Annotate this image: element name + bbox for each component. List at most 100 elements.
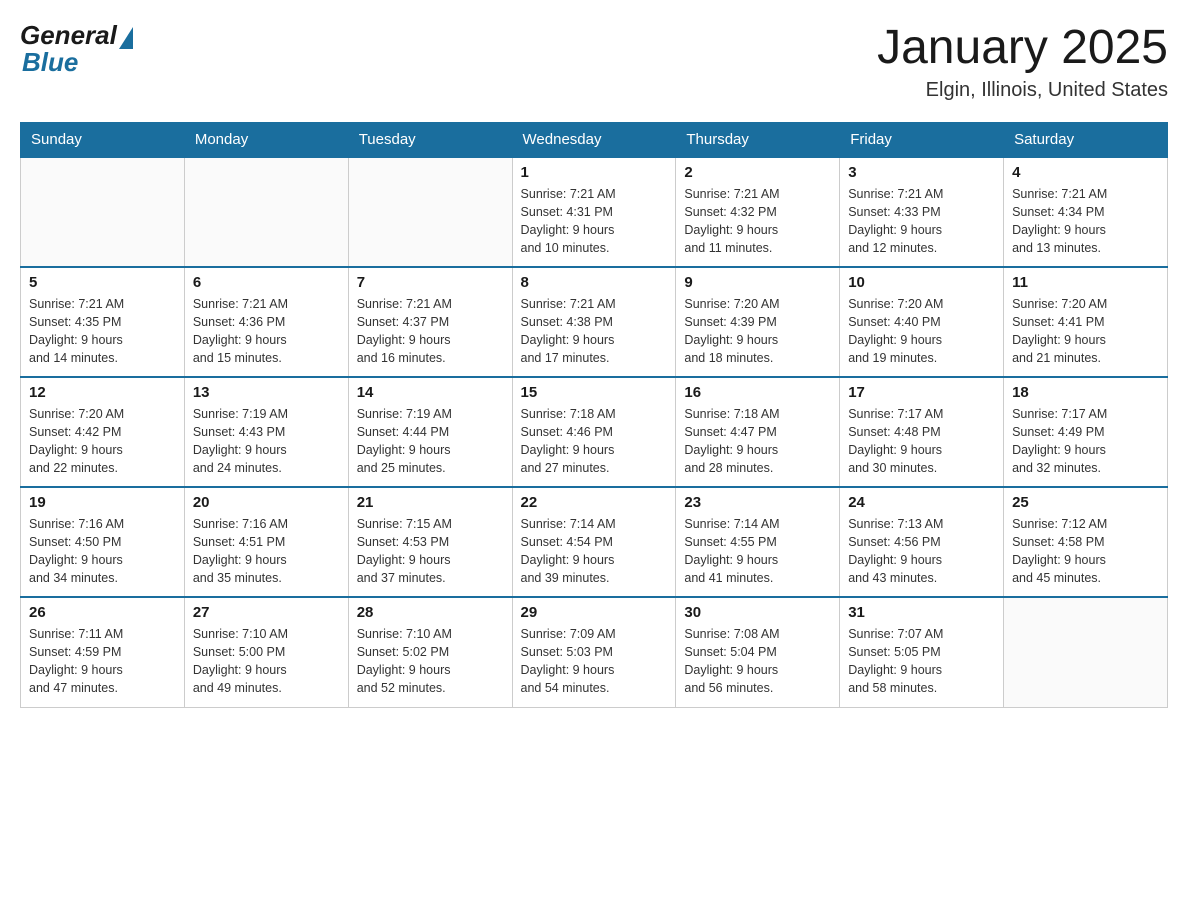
day-number: 18 <box>1012 384 1159 401</box>
day-info: Sunrise: 7:20 AMSunset: 4:42 PMDaylight:… <box>29 405 176 478</box>
week-row-3: 12 Sunrise: 7:20 AMSunset: 4:42 PMDayligh… <box>21 377 1168 487</box>
day-info: Sunrise: 7:19 AMSunset: 4:44 PMDaylight:… <box>357 405 504 478</box>
calendar-cell <box>1004 597 1168 707</box>
calendar-cell: 23 Sunrise: 7:14 AMSunset: 4:55 PMDayligh… <box>676 487 840 597</box>
day-number: 1 <box>521 164 668 181</box>
day-number: 10 <box>848 274 995 291</box>
day-number: 21 <box>357 494 504 511</box>
day-number: 11 <box>1012 274 1159 291</box>
day-number: 20 <box>193 494 340 511</box>
day-info: Sunrise: 7:14 AMSunset: 4:55 PMDaylight:… <box>684 515 831 588</box>
title-section: January 2025 Elgin, Illinois, United Sta… <box>877 20 1168 102</box>
day-number: 29 <box>521 604 668 621</box>
day-info: Sunrise: 7:14 AMSunset: 4:54 PMDaylight:… <box>521 515 668 588</box>
calendar-cell <box>21 157 185 267</box>
day-number: 15 <box>521 384 668 401</box>
calendar-cell: 28 Sunrise: 7:10 AMSunset: 5:02 PMDayligh… <box>348 597 512 707</box>
calendar-cell: 19 Sunrise: 7:16 AMSunset: 4:50 PMDayligh… <box>21 487 185 597</box>
calendar-cell: 18Sunrise: 7:17 AMSunset: 4:49 PMDayligh… <box>1004 377 1168 487</box>
day-number: 24 <box>848 494 995 511</box>
calendar-cell: 8 Sunrise: 7:21 AMSunset: 4:38 PMDaylight… <box>512 267 676 377</box>
day-info: Sunrise: 7:08 AMSunset: 5:04 PMDaylight:… <box>684 625 831 698</box>
calendar-cell: 2Sunrise: 7:21 AMSunset: 4:32 PMDaylight… <box>676 157 840 267</box>
day-info: Sunrise: 7:18 AMSunset: 4:47 PMDaylight:… <box>684 405 831 478</box>
day-number: 6 <box>193 274 340 291</box>
calendar-cell: 10Sunrise: 7:20 AMSunset: 4:40 PMDayligh… <box>840 267 1004 377</box>
day-number: 7 <box>357 274 504 291</box>
calendar-cell: 26Sunrise: 7:11 AMSunset: 4:59 PMDayligh… <box>21 597 185 707</box>
day-number: 23 <box>684 494 831 511</box>
day-info: Sunrise: 7:10 AMSunset: 5:00 PMDaylight:… <box>193 625 340 698</box>
day-info: Sunrise: 7:16 AMSunset: 4:50 PMDaylight:… <box>29 515 176 588</box>
day-info: Sunrise: 7:07 AMSunset: 5:05 PMDaylight:… <box>848 625 995 698</box>
calendar-cell: 22 Sunrise: 7:14 AMSunset: 4:54 PMDayligh… <box>512 487 676 597</box>
day-info: Sunrise: 7:17 AMSunset: 4:48 PMDaylight:… <box>848 405 995 478</box>
day-info: Sunrise: 7:20 AMSunset: 4:41 PMDaylight:… <box>1012 295 1159 368</box>
calendar-cell: 15 Sunrise: 7:18 AMSunset: 4:46 PMDayligh… <box>512 377 676 487</box>
calendar-cell: 20 Sunrise: 7:16 AMSunset: 4:51 PMDayligh… <box>184 487 348 597</box>
calendar-cell: 17 Sunrise: 7:17 AMSunset: 4:48 PMDayligh… <box>840 377 1004 487</box>
logo: General Blue <box>20 20 133 78</box>
calendar-cell: 30 Sunrise: 7:08 AMSunset: 5:04 PMDayligh… <box>676 597 840 707</box>
day-number: 17 <box>848 384 995 401</box>
calendar-cell: 7Sunrise: 7:21 AMSunset: 4:37 PMDaylight… <box>348 267 512 377</box>
calendar-cell: 13 Sunrise: 7:19 AMSunset: 4:43 PMDayligh… <box>184 377 348 487</box>
week-row-4: 19 Sunrise: 7:16 AMSunset: 4:50 PMDayligh… <box>21 487 1168 597</box>
page-header: General Blue January 2025 Elgin, Illinoi… <box>20 20 1168 102</box>
day-info: Sunrise: 7:21 AMSunset: 4:33 PMDaylight:… <box>848 185 995 258</box>
calendar-cell: 24 Sunrise: 7:13 AMSunset: 4:56 PMDayligh… <box>840 487 1004 597</box>
day-info: Sunrise: 7:21 AMSunset: 4:35 PMDaylight:… <box>29 295 176 368</box>
day-number: 27 <box>193 604 340 621</box>
column-header-sunday: Sunday <box>21 123 185 158</box>
calendar-cell: 25Sunrise: 7:12 AMSunset: 4:58 PMDayligh… <box>1004 487 1168 597</box>
day-number: 25 <box>1012 494 1159 511</box>
calendar-table: SundayMondayTuesdayWednesdayThursdayFrid… <box>20 122 1168 708</box>
calendar-cell: 12 Sunrise: 7:20 AMSunset: 4:42 PMDayligh… <box>21 377 185 487</box>
day-number: 19 <box>29 494 176 511</box>
day-info: Sunrise: 7:16 AMSunset: 4:51 PMDaylight:… <box>193 515 340 588</box>
day-info: Sunrise: 7:21 AMSunset: 4:36 PMDaylight:… <box>193 295 340 368</box>
calendar-cell: 14 Sunrise: 7:19 AMSunset: 4:44 PMDayligh… <box>348 377 512 487</box>
column-header-monday: Monday <box>184 123 348 158</box>
calendar-header-row: SundayMondayTuesdayWednesdayThursdayFrid… <box>21 123 1168 158</box>
month-title: January 2025 <box>877 20 1168 75</box>
day-info: Sunrise: 7:19 AMSunset: 4:43 PMDaylight:… <box>193 405 340 478</box>
day-info: Sunrise: 7:20 AMSunset: 4:39 PMDaylight:… <box>684 295 831 368</box>
calendar-cell <box>184 157 348 267</box>
day-number: 4 <box>1012 164 1159 181</box>
day-number: 12 <box>29 384 176 401</box>
calendar-cell: 5 Sunrise: 7:21 AMSunset: 4:35 PMDaylight… <box>21 267 185 377</box>
calendar-cell: 11 Sunrise: 7:20 AMSunset: 4:41 PMDayligh… <box>1004 267 1168 377</box>
calendar-cell: 27 Sunrise: 7:10 AMSunset: 5:00 PMDayligh… <box>184 597 348 707</box>
day-number: 22 <box>521 494 668 511</box>
day-number: 9 <box>684 274 831 291</box>
calendar-cell: 31 Sunrise: 7:07 AMSunset: 5:05 PMDayligh… <box>840 597 1004 707</box>
day-number: 30 <box>684 604 831 621</box>
column-header-saturday: Saturday <box>1004 123 1168 158</box>
day-number: 31 <box>848 604 995 621</box>
day-number: 3 <box>848 164 995 181</box>
calendar-cell: 21 Sunrise: 7:15 AMSunset: 4:53 PMDayligh… <box>348 487 512 597</box>
column-header-wednesday: Wednesday <box>512 123 676 158</box>
calendar-cell: 29 Sunrise: 7:09 AMSunset: 5:03 PMDayligh… <box>512 597 676 707</box>
day-info: Sunrise: 7:21 AMSunset: 4:34 PMDaylight:… <box>1012 185 1159 258</box>
calendar-cell: 9 Sunrise: 7:20 AMSunset: 4:39 PMDaylight… <box>676 267 840 377</box>
day-number: 5 <box>29 274 176 291</box>
day-info: Sunrise: 7:18 AMSunset: 4:46 PMDaylight:… <box>521 405 668 478</box>
day-number: 28 <box>357 604 504 621</box>
logo-blue-text: Blue <box>20 47 78 78</box>
day-info: Sunrise: 7:13 AMSunset: 4:56 PMDaylight:… <box>848 515 995 588</box>
day-number: 13 <box>193 384 340 401</box>
day-number: 8 <box>521 274 668 291</box>
day-info: Sunrise: 7:11 AMSunset: 4:59 PMDaylight:… <box>29 625 176 698</box>
day-number: 2 <box>684 164 831 181</box>
column-header-thursday: Thursday <box>676 123 840 158</box>
day-number: 14 <box>357 384 504 401</box>
day-info: Sunrise: 7:10 AMSunset: 5:02 PMDaylight:… <box>357 625 504 698</box>
day-info: Sunrise: 7:21 AMSunset: 4:38 PMDaylight:… <box>521 295 668 368</box>
calendar-cell <box>348 157 512 267</box>
column-header-friday: Friday <box>840 123 1004 158</box>
day-info: Sunrise: 7:09 AMSunset: 5:03 PMDaylight:… <box>521 625 668 698</box>
day-info: Sunrise: 7:15 AMSunset: 4:53 PMDaylight:… <box>357 515 504 588</box>
calendar-cell: 6 Sunrise: 7:21 AMSunset: 4:36 PMDaylight… <box>184 267 348 377</box>
